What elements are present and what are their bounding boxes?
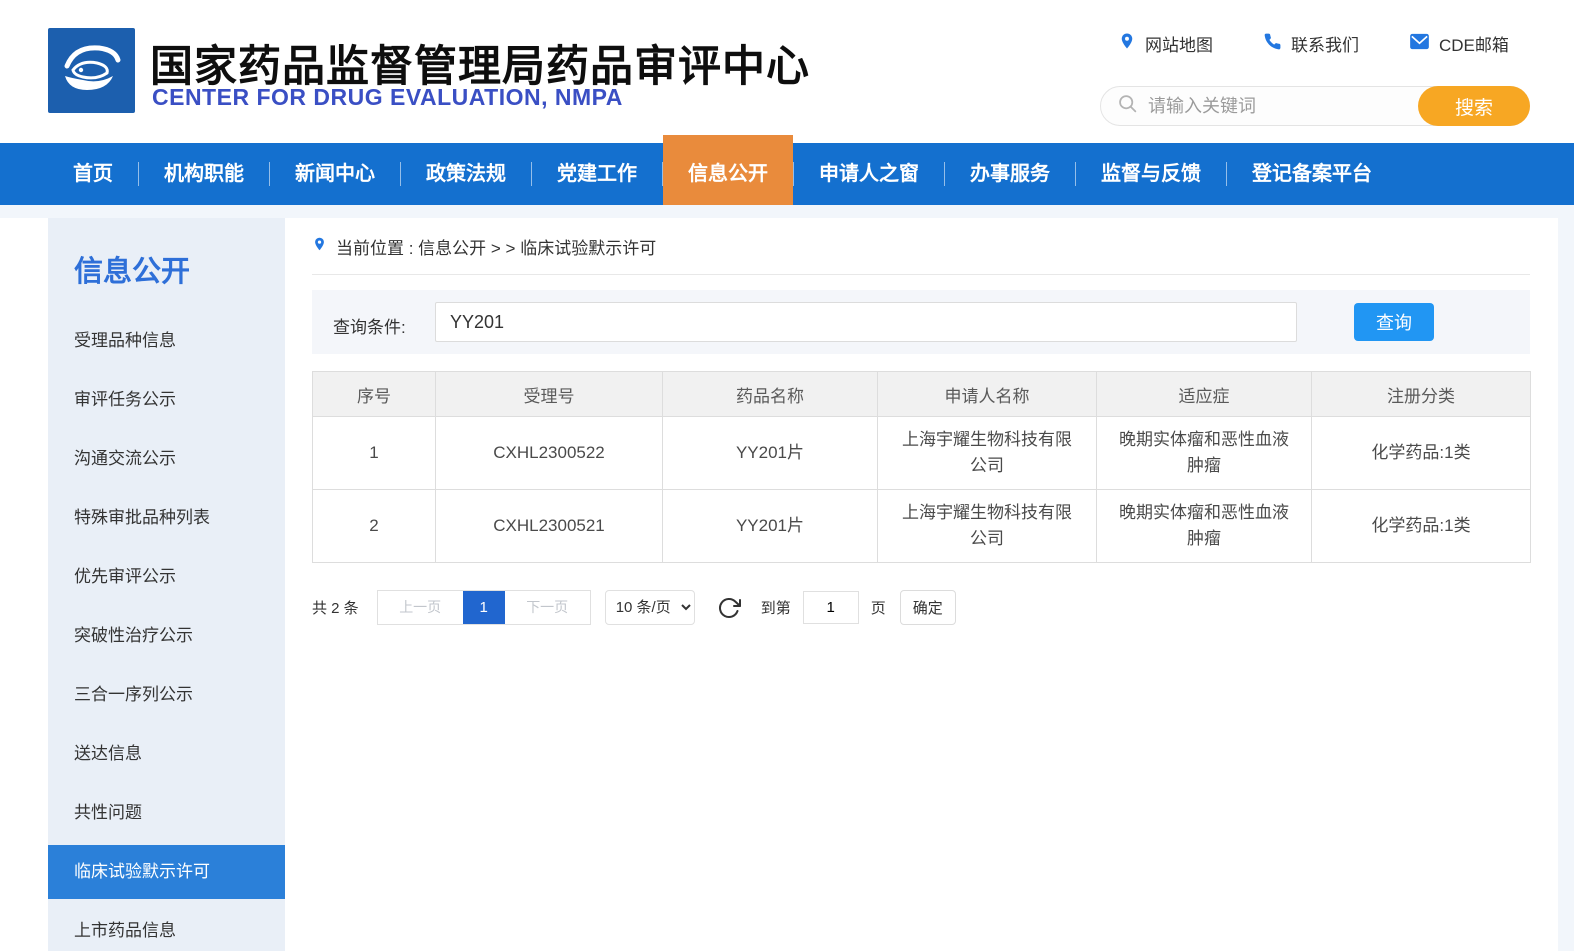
site-search: 搜索 [1100,86,1530,126]
cell-indication: 晚期实体瘤和恶性血液肿瘤 [1097,417,1312,490]
nav-item-policies[interactable]: 政策法规 [401,143,531,205]
goto-page-input[interactable] [803,591,859,624]
page: 国家药品监督管理局药品审评中心 CENTER FOR DRUG EVALUATI… [0,0,1574,951]
page-size-select[interactable]: 10 条/页 [605,590,695,625]
cell-seq: 1 [313,417,436,490]
nav-item-registration-platform[interactable]: 登记备案平台 [1227,143,1397,205]
search-button[interactable]: 搜索 [1418,86,1530,126]
table-row: 2 CXHL2300521 YY201片 上海宇耀生物科技有限公司 晚期实体瘤和… [313,490,1531,563]
query-input[interactable] [435,302,1297,342]
cell-acceptance-no: CXHL2300522 [436,417,663,490]
table-row: 1 CXHL2300522 YY201片 上海宇耀生物科技有限公司 晚期实体瘤和… [313,417,1531,490]
nav-item-party-building[interactable]: 党建工作 [532,143,662,205]
cell-registration-class: 化学药品:1类 [1312,490,1531,563]
sidebar-item-common-issues[interactable]: 共性问题 [48,783,285,842]
cde-logo [48,28,135,113]
sitemap-label: 网站地图 [1145,31,1213,56]
envelope-icon [1409,33,1430,55]
cde-mail-label: CDE邮箱 [1439,31,1509,56]
breadcrumb: 当前位置 : 信息公开 > > 临床试验默示许可 [312,234,1530,275]
sidebar-info-disclosure: 信息公开 受理品种信息 审评任务公示 沟通交流公示 特殊审批品种列表 优先审评公… [48,218,285,951]
query-button[interactable]: 查询 [1354,303,1434,341]
results-table: 序号 受理号 药品名称 申请人名称 适应症 注册分类 1 CXHL2300522… [312,371,1531,563]
nav-item-functions[interactable]: 机构职能 [139,143,269,205]
breadcrumb-text: 当前位置 : 信息公开 > > 临床试验默示许可 [336,234,656,259]
prev-page-button[interactable]: 上一页 [378,591,463,624]
next-page-button[interactable]: 下一页 [505,591,590,624]
search-input[interactable] [1138,96,1418,117]
table-header-row: 序号 受理号 药品名称 申请人名称 适应症 注册分类 [313,372,1531,417]
cell-indication: 晚期实体瘤和恶性血液肿瘤 [1097,490,1312,563]
contact-link[interactable]: 联系我们 [1263,31,1359,56]
sidebar-item-marketed-drugs[interactable]: 上市药品信息 [48,901,285,951]
cell-drug-name: YY201片 [663,490,878,563]
sitemap-link[interactable]: 网站地图 [1118,30,1213,57]
nav-item-news[interactable]: 新闻中心 [270,143,400,205]
col-header-registration-class: 注册分类 [1312,372,1531,417]
goto-confirm-button[interactable]: 确定 [900,590,956,625]
cde-mail-link[interactable]: CDE邮箱 [1409,31,1509,56]
query-panel: 查询条件: 查询 [312,290,1530,354]
contact-label: 联系我们 [1291,31,1359,56]
cell-drug-name: YY201片 [663,417,878,490]
pagination-total: 共 2 条 [312,597,359,618]
nav-item-home[interactable]: 首页 [48,143,138,205]
search-icon [1101,93,1138,119]
nav-item-applicant-window[interactable]: 申请人之窗 [794,143,944,205]
refresh-icon[interactable] [717,596,741,620]
header-quick-links: 网站地图 联系我们 CDE邮箱 [1118,30,1509,57]
sidebar-item-three-in-one[interactable]: 三合一序列公示 [48,665,285,724]
goto-page-label: 到第 [761,597,791,618]
cell-applicant: 上海宇耀生物科技有限公司 [878,490,1097,563]
cell-applicant: 上海宇耀生物科技有限公司 [878,417,1097,490]
cell-seq: 2 [313,490,436,563]
query-label: 查询条件: [333,313,406,338]
main-nav: 首页 机构职能 新闻中心 政策法规 党建工作 信息公开 申请人之窗 办事服务 监… [0,143,1574,205]
cell-registration-class: 化学药品:1类 [1312,417,1531,490]
sidebar-item-accepted-products[interactable]: 受理品种信息 [48,311,285,370]
nav-gap-strip [0,205,1574,218]
main-content: 当前位置 : 信息公开 > > 临床试验默示许可 查询条件: 查询 序号 受理号… [312,234,1530,625]
col-header-indication: 适应症 [1097,372,1312,417]
sidebar-item-communication[interactable]: 沟通交流公示 [48,429,285,488]
sidebar-item-priority-review[interactable]: 优先审评公示 [48,547,285,606]
col-header-drug-name: 药品名称 [663,372,878,417]
nav-item-services[interactable]: 办事服务 [945,143,1075,205]
sidebar-item-review-tasks[interactable]: 审评任务公示 [48,370,285,429]
scrollbar-track[interactable] [1558,205,1574,951]
sidebar-item-delivery-info[interactable]: 送达信息 [48,724,285,783]
sidebar-item-special-approval[interactable]: 特殊审批品种列表 [48,488,285,547]
location-pin-icon [1118,30,1136,57]
goto-page-suffix: 页 [871,597,886,618]
sidebar-item-breakthrough-therapy[interactable]: 突破性治疗公示 [48,606,285,665]
pager-group: 上一页 1 下一页 [377,590,591,625]
pagination-bar: 共 2 条 上一页 1 下一页 10 条/页 到第 页 确定 [312,590,1530,625]
col-header-acceptance-no: 受理号 [436,372,663,417]
breadcrumb-pin-icon [312,234,327,259]
sidebar-title: 信息公开 [48,218,285,311]
current-page-button[interactable]: 1 [463,591,505,624]
cell-acceptance-no: CXHL2300521 [436,490,663,563]
col-header-seq: 序号 [313,372,436,417]
fish-logo-icon [59,40,125,101]
phone-icon [1263,32,1282,56]
site-subtitle: CENTER FOR DRUG EVALUATION, NMPA [152,84,623,111]
nav-item-supervision-feedback[interactable]: 监督与反馈 [1076,143,1226,205]
sidebar-item-clinical-trial-implied-license[interactable]: 临床试验默示许可 [48,845,285,899]
col-header-applicant: 申请人名称 [878,372,1097,417]
nav-item-info-disclosure[interactable]: 信息公开 [663,135,793,205]
